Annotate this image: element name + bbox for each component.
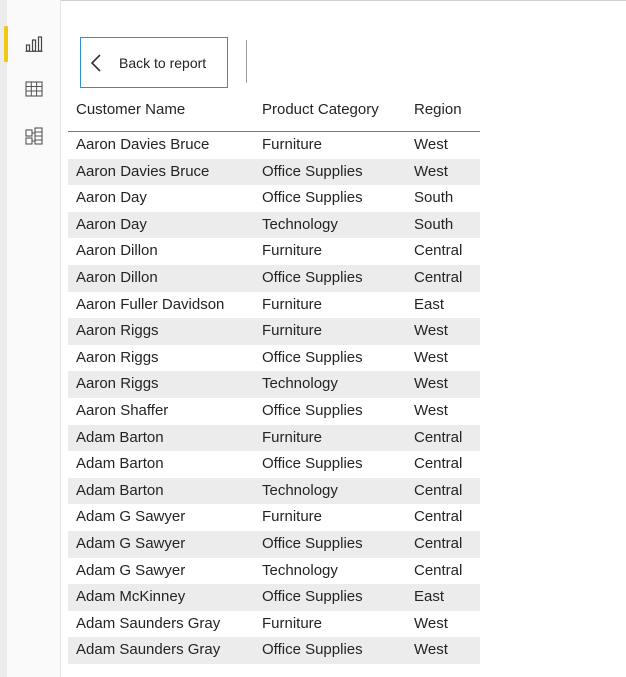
back-to-report-label: Back to report [119,54,207,71]
cell-region: South [414,189,454,207]
cell-customer-name: Adam G Sawyer [76,561,186,579]
table-row[interactable]: Aaron Shaffer Office Supplies West [68,398,480,425]
cell-customer-name: Adam Barton [76,455,164,473]
cell-product-category: Office Supplies [262,268,363,286]
table-row[interactable]: Aaron Day Technology South [68,211,480,239]
cell-customer-name: Aaron Davies Bruce [76,136,210,153]
cell-product-category: Furniture [262,242,323,260]
cell-region: South [414,215,454,233]
model-view-button[interactable] [7,116,61,156]
cell-product-category: Technology [262,481,338,499]
table-row[interactable]: Adam Barton Office Supplies Central [68,451,480,478]
cell-customer-name: Aaron Riggs [76,375,159,393]
canvas-top-border [61,0,626,7]
cell-region: Central [414,508,463,526]
cell-product-category: Technology [262,215,338,233]
table-row[interactable]: Adam Saunders Gray Office Supplies West [68,637,480,664]
table-row[interactable]: Aaron Day Office Supplies South [68,185,480,212]
toolbar-divider [246,40,247,83]
cell-customer-name: Aaron Dillon [76,242,158,260]
table-row[interactable]: Adam Barton Furniture Central [68,424,480,452]
cell-region: West [414,322,448,340]
cell-region: West [414,136,448,153]
report-view-button[interactable] [4,24,61,64]
cell-customer-name: Aaron Riggs [76,348,159,366]
cell-customer-name: Adam G Sawyer [76,534,186,552]
cell-region: Central [414,561,463,579]
cell-region: West [414,375,448,393]
cell-region: West [414,641,448,659]
cell-customer-name: Aaron Day [76,215,147,233]
cell-product-category: Office Supplies [262,534,363,552]
cell-region: Central [414,481,463,499]
table-row[interactable]: Aaron Dillon Furniture Central [68,238,480,265]
cell-customer-name: Aaron Day [76,189,147,207]
cell-customer-name: Aaron Dillon [76,268,158,286]
table-body: Aaron Davies Bruce Furniture West Aaron Dav… [68,132,480,664]
cell-region: Central [414,534,463,552]
data-view-icon [25,81,43,97]
cell-region: Central [414,268,463,286]
table-row[interactable]: Aaron Riggs Technology West [68,371,480,398]
cell-product-category: Office Supplies [262,641,363,659]
cell-region: Central [414,428,463,446]
column-header-product-category[interactable]: Product Category [262,101,379,118]
cell-product-category: Office Supplies [262,348,363,366]
cell-product-category: Technology [262,375,338,393]
table-row[interactable]: Aaron Fuller Davidson Furniture East [68,292,480,319]
cell-product-category: Office Supplies [262,401,363,419]
cell-product-category: Furniture [262,428,323,446]
table-row[interactable]: Aaron Riggs Furniture West [68,318,480,345]
cell-customer-name: Aaron Fuller Davidson [76,295,225,313]
table-row[interactable]: Aaron Davies Bruce Office Supplies West [68,158,480,186]
cell-customer-name: Aaron Shaffer [76,401,169,419]
table-row[interactable]: Adam Barton Technology Central [68,477,480,505]
table-header-row: Customer Name Product Category Region [68,95,480,132]
model-view-icon [25,127,43,145]
table-row[interactable]: Aaron Riggs Office Supplies West [68,345,480,372]
cell-customer-name: Aaron Davies Bruce [76,162,210,180]
column-header-customer-name[interactable]: Customer Name [76,101,185,118]
view-rail [4,0,61,677]
table-row[interactable]: Adam Saunders Gray Furniture West [68,611,480,638]
cell-region: West [414,614,448,632]
column-header-region[interactable]: Region [414,101,462,118]
table-row[interactable]: Aaron Dillon Office Supplies Central [68,264,480,292]
cell-customer-name: Adam Barton [76,428,164,446]
cell-region: West [414,162,448,180]
table-row[interactable]: Adam McKinney Office Supplies East [68,584,480,611]
cell-product-category: Furniture [262,508,323,526]
table-row[interactable]: Adam G Sawyer Technology Central [68,558,480,585]
cell-region: East [414,295,445,313]
chevron-left-icon [90,53,101,72]
cell-customer-name: Aaron Riggs [76,322,159,340]
cell-product-category: Furniture [262,136,323,153]
table-row[interactable]: Adam G Sawyer Office Supplies Central [68,530,480,558]
back-to-report-button[interactable]: Back to report [80,37,228,88]
data-view-button[interactable] [7,69,61,109]
cell-region: West [414,401,448,419]
cell-region: East [414,588,445,606]
cell-product-category: Furniture [262,295,323,313]
cell-product-category: Furniture [262,614,323,632]
cell-customer-name: Adam Saunders Gray [76,641,221,659]
cell-product-category: Furniture [262,322,323,340]
cell-product-category: Technology [262,561,338,579]
cell-product-category: Office Supplies [262,588,363,606]
cell-region: West [414,348,448,366]
cell-customer-name: Adam McKinney [76,588,186,606]
cell-customer-name: Adam Saunders Gray [76,614,221,632]
cell-customer-name: Adam Barton [76,481,164,499]
cell-product-category: Office Supplies [262,162,363,180]
table-row[interactable]: Aaron Davies Bruce Furniture West [68,132,480,159]
cell-product-category: Office Supplies [262,455,363,473]
cell-region: Central [414,242,463,260]
table-row[interactable]: Adam G Sawyer Furniture Central [68,504,480,531]
report-view-icon [25,36,43,52]
cell-customer-name: Adam G Sawyer [76,508,186,526]
data-table: Customer Name Product Category Region Aa… [68,95,480,664]
window-edge [0,0,7,677]
cell-product-category: Office Supplies [262,189,363,207]
cell-region: Central [414,455,463,473]
